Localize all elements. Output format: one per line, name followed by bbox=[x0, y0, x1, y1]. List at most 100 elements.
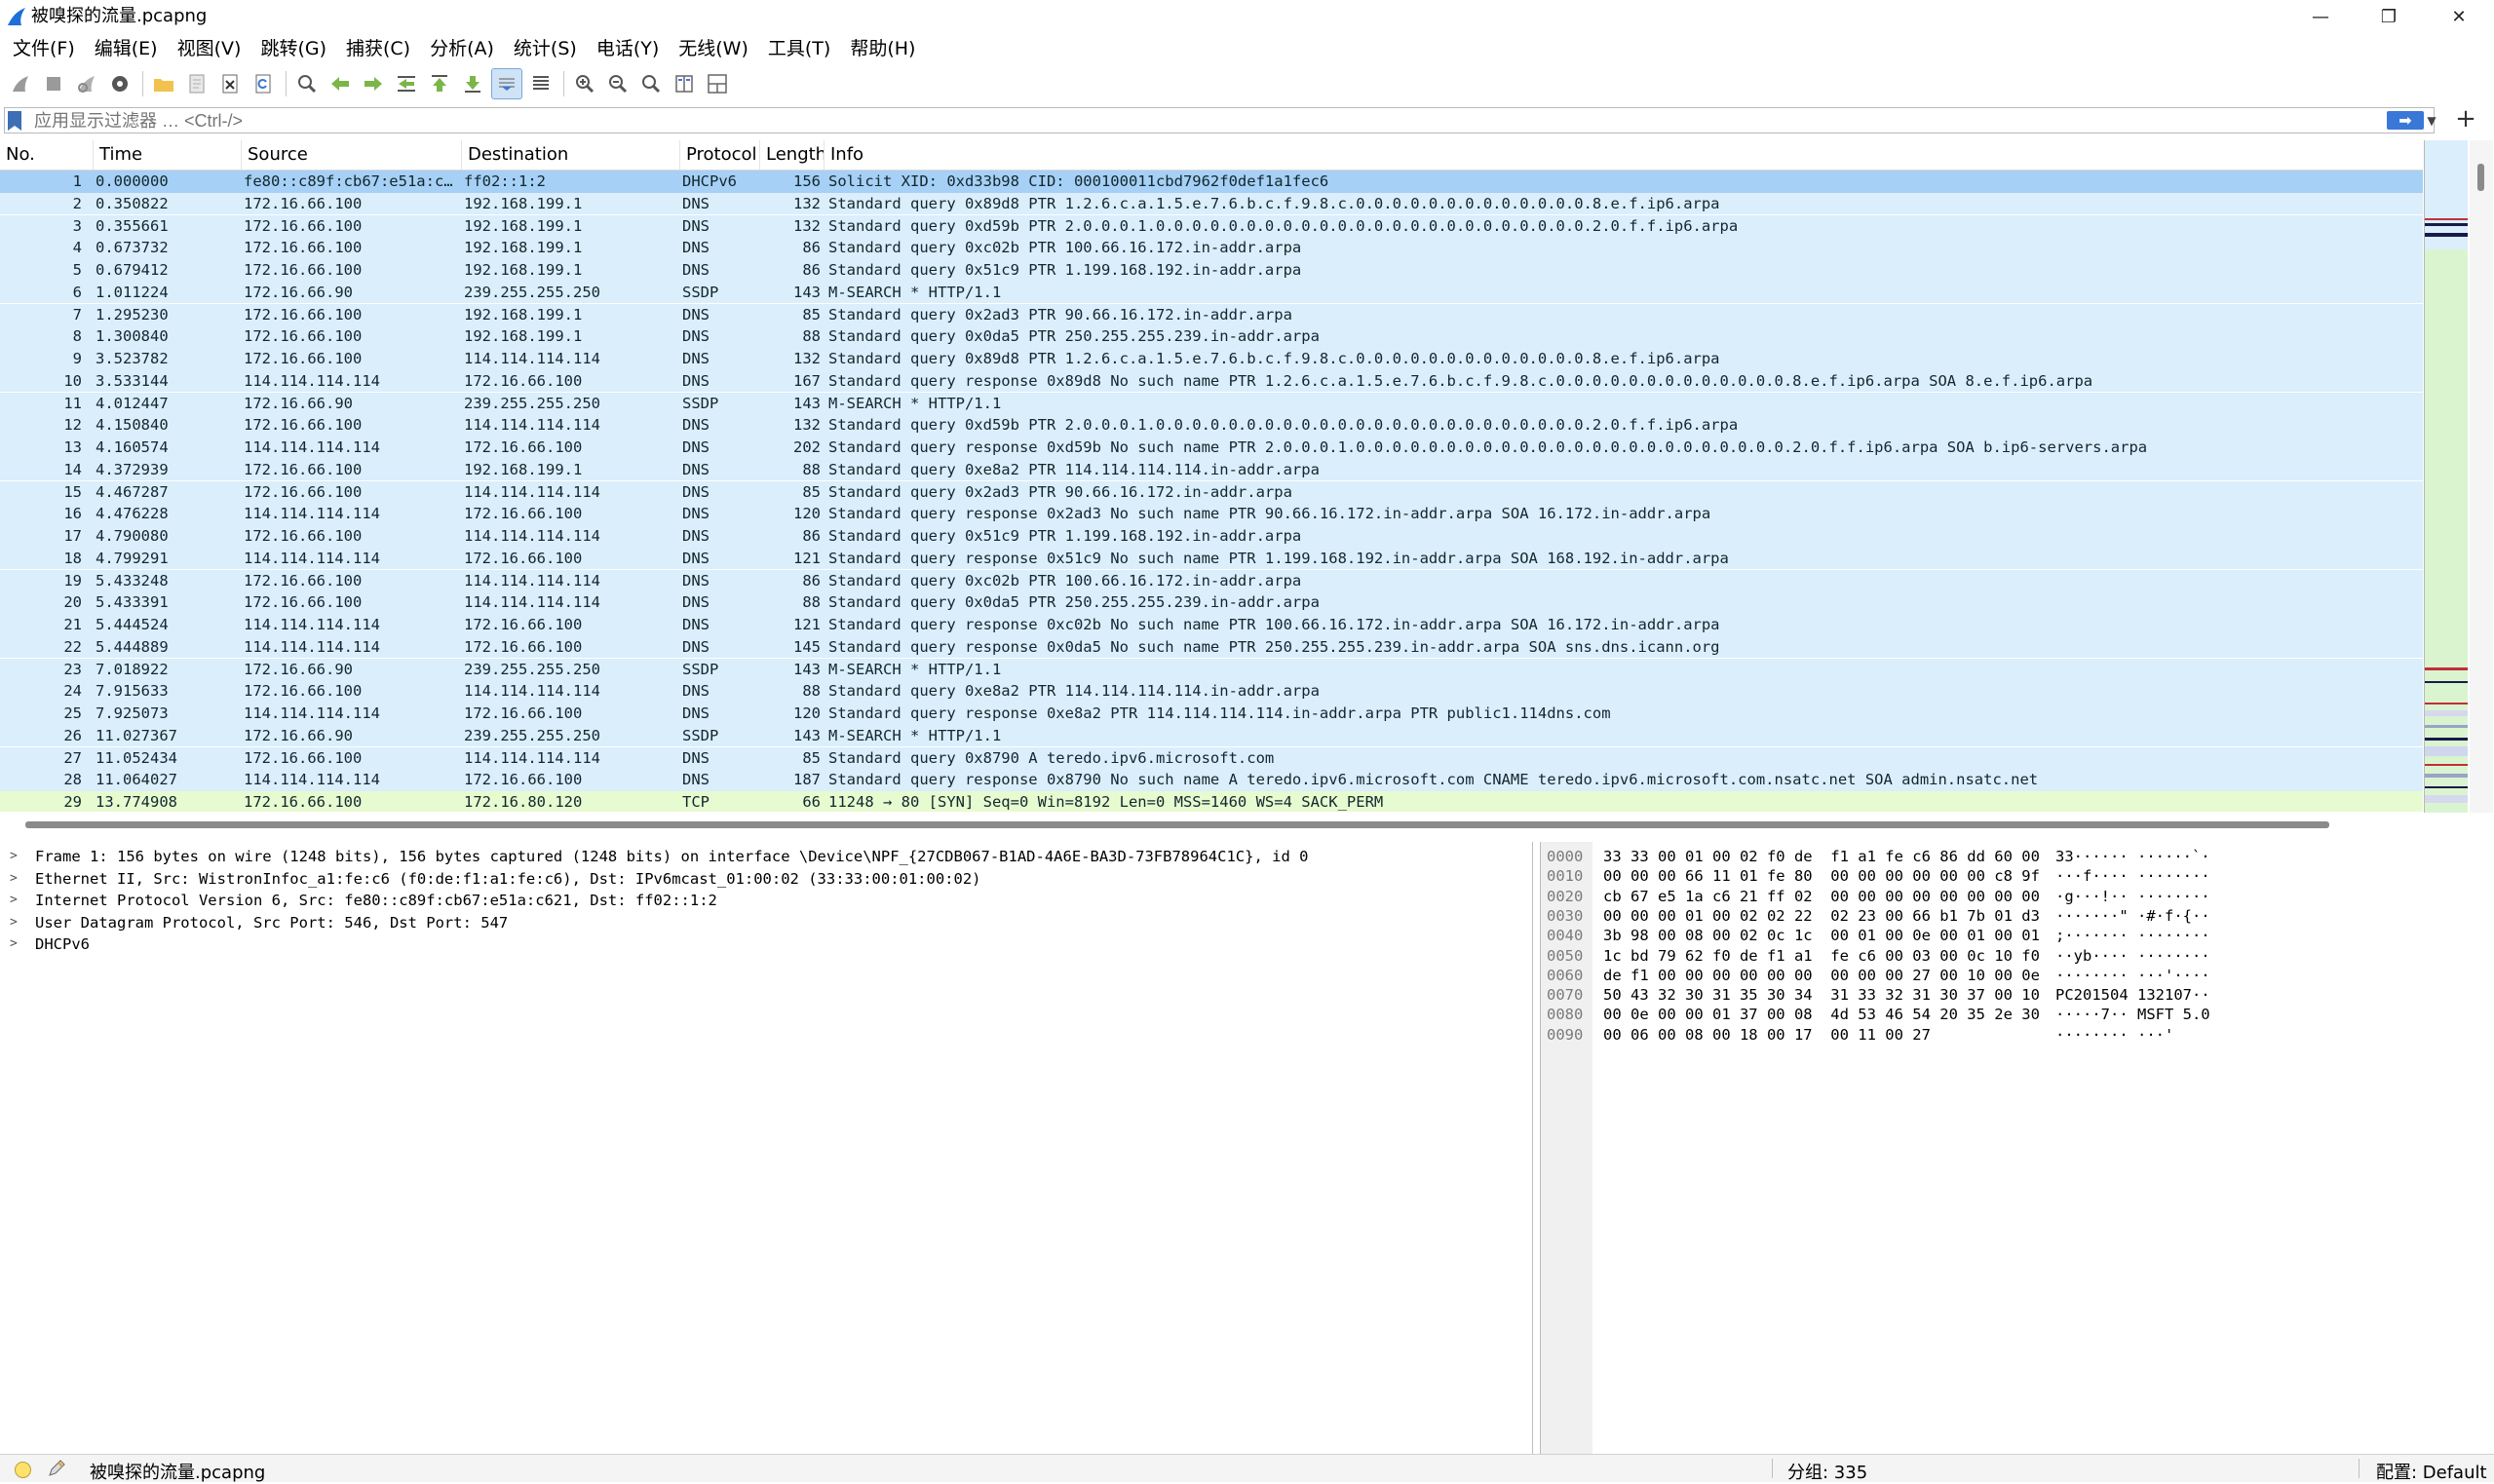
layout-icon[interactable] bbox=[703, 69, 732, 98]
hex-ascii[interactable]: ·······" ·#·f·{·· bbox=[2055, 907, 2210, 927]
zoom-in-icon[interactable] bbox=[570, 69, 599, 98]
expand-arrow-icon[interactable]: > bbox=[10, 890, 21, 912]
menu-analyze[interactable]: 分析(A) bbox=[423, 34, 507, 63]
hex-bytes[interactable]: 00 00 00 66 11 01 fe 80 00 00 00 00 00 0… bbox=[1603, 867, 2040, 887]
packet-row[interactable]: 26 11.027367 172.16.66.90 239.255.255.250 SS… bbox=[0, 724, 2423, 747]
detail-tree-item[interactable]: > User Datagram Protocol, Src Port: 546, … bbox=[0, 912, 1532, 934]
last-packet-icon[interactable] bbox=[458, 69, 487, 98]
resize-columns-icon[interactable] bbox=[670, 69, 699, 98]
reload-file-icon[interactable] bbox=[249, 69, 278, 98]
detail-tree-item[interactable]: > Internet Protocol Version 6, Src: fe80:… bbox=[0, 890, 1532, 912]
hex-bytes[interactable]: 00 00 00 01 00 02 02 22 02 23 00 66 b1 7… bbox=[1603, 907, 2040, 927]
hex-bytes[interactable]: de f1 00 00 00 00 00 00 00 00 00 27 00 1… bbox=[1603, 967, 2040, 986]
hex-bytes[interactable]: 00 0e 00 00 01 37 00 08 4d 53 46 54 20 3… bbox=[1603, 1006, 2040, 1025]
hex-ascii[interactable]: ··yb···· ········ bbox=[2055, 947, 2210, 967]
packet-row[interactable]: 19 5.433248 172.16.66.100 114.114.114.114 DN… bbox=[0, 569, 2423, 591]
packet-minimap[interactable] bbox=[2424, 140, 2468, 813]
packet-row[interactable]: 6 1.011224 172.16.66.90 239.255.255.250 SSDP… bbox=[0, 281, 2423, 304]
restart-capture-icon[interactable] bbox=[72, 69, 101, 98]
packet-row[interactable]: 4 0.673732 172.16.66.100 192.168.199.1 DNS 86… bbox=[0, 237, 2423, 259]
column-header-no[interactable]: No. bbox=[0, 140, 94, 170]
packet-row[interactable]: 1 0.000000 fe80::c89f:cb67:e51a:c… ff02::1:… bbox=[0, 171, 2423, 194]
packet-row[interactable]: 27 11.052434 172.16.66.100 114.114.114.114 D… bbox=[0, 746, 2423, 769]
find-packet-icon[interactable] bbox=[292, 69, 322, 98]
hex-bytes[interactable]: 1c bd 79 62 f0 de f1 a1 fe c6 00 03 00 0… bbox=[1603, 947, 2040, 967]
detail-tree-item[interactable]: > DHCPv6 bbox=[0, 933, 1532, 956]
capture-comment-icon[interactable] bbox=[47, 1459, 66, 1478]
expand-arrow-icon[interactable]: > bbox=[10, 912, 21, 934]
menu-wireless[interactable]: 无线(W) bbox=[671, 34, 761, 63]
capture-options-icon[interactable] bbox=[105, 69, 134, 98]
start-capture-icon[interactable] bbox=[6, 69, 35, 98]
scrollbar-thumb[interactable] bbox=[25, 821, 2329, 828]
hex-ascii[interactable]: PC201504 132107·· bbox=[2055, 986, 2210, 1006]
packet-row[interactable]: 23 7.018922 172.16.66.90 239.255.255.250 SSD… bbox=[0, 658, 2423, 680]
expand-arrow-icon[interactable]: > bbox=[10, 933, 21, 956]
hex-ascii[interactable]: ········ ···'···· bbox=[2055, 967, 2210, 986]
packet-row[interactable]: 28 11.064027 114.114.114.114 172.16.66.100 D… bbox=[0, 769, 2423, 791]
apply-filter-button[interactable]: ➡ bbox=[2387, 111, 2424, 130]
packet-list-horizontal-scrollbar[interactable] bbox=[0, 815, 2423, 832]
stop-capture-icon[interactable] bbox=[39, 69, 68, 98]
status-profile[interactable]: 配置: Default bbox=[2376, 1459, 2487, 1484]
expand-arrow-icon[interactable]: > bbox=[10, 868, 21, 891]
restore-icon[interactable]: ❐ bbox=[2355, 0, 2423, 33]
scrollbar-thumb[interactable] bbox=[2477, 164, 2484, 191]
hex-ascii[interactable]: ···f···· ········ bbox=[2055, 867, 2210, 887]
packet-row[interactable]: 21 5.444524 114.114.114.114 172.16.66.100 DN… bbox=[0, 614, 2423, 636]
go-to-packet-icon[interactable] bbox=[392, 69, 421, 98]
filter-history-dropdown[interactable]: ▼ bbox=[2426, 112, 2437, 130]
close-icon[interactable]: ✕ bbox=[2425, 0, 2493, 33]
menu-file[interactable]: 文件(F) bbox=[6, 34, 88, 63]
minimize-icon[interactable]: — bbox=[2286, 0, 2355, 33]
hex-ascii[interactable]: ;······· ········ bbox=[2055, 927, 2210, 946]
packet-row[interactable]: 3 0.355661 172.16.66.100 192.168.199.1 DNS 13… bbox=[0, 214, 2423, 237]
hex-ascii[interactable]: 33······ ······`· bbox=[2055, 848, 2210, 867]
column-header-source[interactable]: Source bbox=[242, 140, 462, 170]
hex-ascii[interactable]: ········ ···' bbox=[2055, 1026, 2173, 1046]
bookmark-icon[interactable] bbox=[8, 111, 21, 131]
detail-tree-item[interactable]: > Frame 1: 156 bytes on wire (1248 bits),… bbox=[0, 846, 1532, 868]
expand-arrow-icon[interactable]: > bbox=[10, 846, 21, 868]
packet-row[interactable]: 17 4.790080 172.16.66.100 114.114.114.114 DN… bbox=[0, 525, 2423, 548]
expert-info-led-icon[interactable] bbox=[15, 1462, 31, 1478]
save-file-icon[interactable] bbox=[182, 69, 211, 98]
menu-tools[interactable]: 工具(T) bbox=[761, 34, 843, 63]
hex-ascii[interactable]: ·····7·· MSFT 5.0 bbox=[2055, 1006, 2210, 1025]
detail-tree-item[interactable]: > Ethernet II, Src: WistronInfoc_a1:fe:c6… bbox=[0, 868, 1532, 891]
hex-bytes[interactable]: 33 33 00 01 00 02 f0 de f1 a1 fe c6 86 d… bbox=[1603, 848, 2040, 867]
packet-row[interactable]: 2 0.350822 172.16.66.100 192.168.199.1 DNS 13… bbox=[0, 192, 2423, 215]
column-header-length[interactable]: Length bbox=[760, 140, 825, 170]
hex-ascii[interactable]: ·g···!·· ········ bbox=[2055, 888, 2210, 907]
packet-row[interactable]: 10 3.533144 114.114.114.114 172.16.66.100 DN… bbox=[0, 369, 2423, 393]
column-header-info[interactable]: Info bbox=[825, 140, 2423, 170]
column-header-protocol[interactable]: Protocol bbox=[680, 140, 760, 170]
packet-row[interactable]: 20 5.433391 172.16.66.100 114.114.114.114 DN… bbox=[0, 591, 2423, 614]
open-file-icon[interactable] bbox=[149, 69, 178, 98]
autoscroll-icon[interactable] bbox=[491, 68, 522, 99]
column-header-time[interactable]: Time bbox=[94, 140, 242, 170]
column-header-destination[interactable]: Destination bbox=[462, 140, 680, 170]
packet-row[interactable]: 24 7.915633 172.16.66.100 114.114.114.114 DN… bbox=[0, 680, 2423, 703]
colorize-icon[interactable] bbox=[526, 69, 556, 98]
normal-size-icon[interactable] bbox=[636, 69, 666, 98]
packet-row[interactable]: 16 4.476228 114.114.114.114 172.16.66.100 DN… bbox=[0, 503, 2423, 525]
zoom-out-icon[interactable] bbox=[603, 69, 633, 98]
packet-list-vertical-scrollbar[interactable] bbox=[2470, 140, 2493, 813]
menu-telephony[interactable]: 电话(Y) bbox=[590, 34, 671, 63]
first-packet-icon[interactable] bbox=[425, 69, 454, 98]
menu-help[interactable]: 帮助(H) bbox=[843, 34, 928, 63]
packet-row[interactable]: 9 3.523782 172.16.66.100 114.114.114.114 DNS… bbox=[0, 348, 2423, 370]
display-filter-input[interactable] bbox=[32, 109, 2375, 133]
packet-row[interactable]: 5 0.679412 172.16.66.100 192.168.199.1 DNS 86… bbox=[0, 259, 2423, 282]
menu-edit[interactable]: 编辑(E) bbox=[88, 34, 171, 63]
packet-row[interactable]: 12 4.150840 172.16.66.100 114.114.114.114 DN… bbox=[0, 414, 2423, 437]
add-filter-button[interactable]: + bbox=[2451, 105, 2480, 134]
packet-row[interactable]: 22 5.444889 114.114.114.114 172.16.66.100 DN… bbox=[0, 635, 2423, 659]
go-back-icon[interactable] bbox=[326, 69, 355, 98]
menu-view[interactable]: 视图(V) bbox=[171, 34, 254, 63]
packet-row[interactable]: 14 4.372939 172.16.66.100 192.168.199.1 DNS 8… bbox=[0, 458, 2423, 481]
packet-row[interactable]: 8 1.300840 172.16.66.100 192.168.199.1 DNS 88… bbox=[0, 325, 2423, 348]
hex-bytes[interactable]: 3b 98 00 08 00 02 0c 1c 00 01 00 0e 00 0… bbox=[1603, 927, 2040, 946]
packet-row[interactable]: 29 13.774908 172.16.66.100 172.16.80.120 TCP… bbox=[0, 791, 2423, 812]
